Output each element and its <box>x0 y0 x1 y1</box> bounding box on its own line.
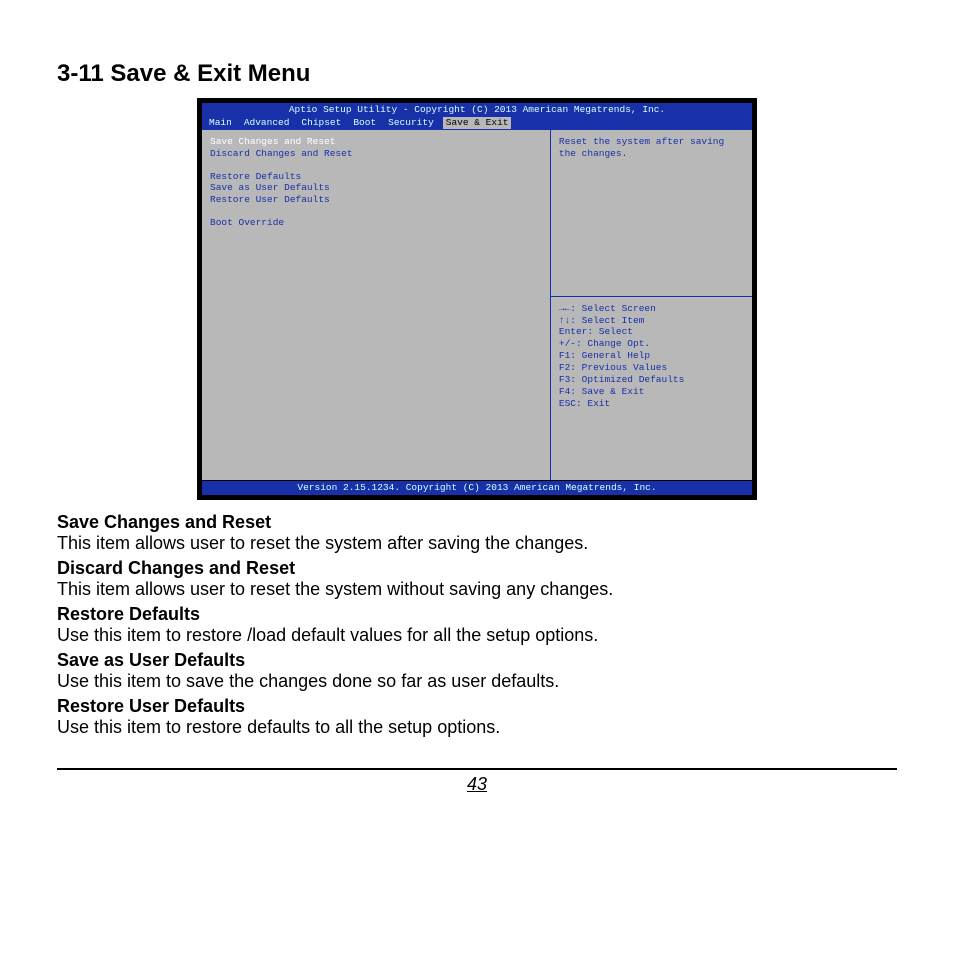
desc-text: Use this item to save the changes done s… <box>57 671 897 692</box>
tab-security[interactable]: Security <box>385 117 437 129</box>
desc-text: Use this item to restore defaults to all… <box>57 717 897 738</box>
desc-title: Save as User Defaults <box>57 650 897 671</box>
bios-key-hints: →←: Select Screen ↑↓: Select Item Enter:… <box>551 297 752 480</box>
desc-title: Restore Defaults <box>57 604 897 625</box>
bios-footer: Version 2.15.1234. Copyright (C) 2013 Am… <box>202 480 752 495</box>
bios-menu-panel: Save Changes and Reset Discard Changes a… <box>202 130 551 480</box>
desc-title: Discard Changes and Reset <box>57 558 897 579</box>
key-hint-f3: F3: Optimized Defaults <box>559 374 744 386</box>
tab-main[interactable]: Main <box>206 117 235 129</box>
key-hint-f2: F2: Previous Values <box>559 362 744 374</box>
bios-tab-bar: Main Advanced Chipset Boot Security Save… <box>202 117 752 130</box>
menu-item-save-user-defaults[interactable]: Save as User Defaults <box>210 182 542 194</box>
menu-item-save-changes-reset[interactable]: Save Changes and Reset <box>210 136 542 148</box>
desc-block: Save as User Defaults Use this item to s… <box>57 650 897 692</box>
desc-text: This item allows user to reset the syste… <box>57 533 897 554</box>
menu-spacer <box>210 160 542 171</box>
desc-block: Save Changes and Reset This item allows … <box>57 512 897 554</box>
bios-help-description: Reset the system after saving the change… <box>551 130 752 297</box>
menu-item-restore-user-defaults[interactable]: Restore User Defaults <box>210 194 542 206</box>
desc-title: Save Changes and Reset <box>57 512 897 533</box>
document-page: 3-11 Save & Exit Menu Aptio Setup Utilit… <box>57 0 897 825</box>
bios-help-panel: Reset the system after saving the change… <box>551 130 752 480</box>
desc-block: Discard Changes and Reset This item allo… <box>57 558 897 600</box>
key-hint-f4: F4: Save & Exit <box>559 386 744 398</box>
key-hint-change: +/-: Change Opt. <box>559 338 744 350</box>
desc-text: This item allows user to reset the syste… <box>57 579 897 600</box>
tab-boot[interactable]: Boot <box>350 117 379 129</box>
key-hint-select-item: ↑↓: Select Item <box>559 315 744 327</box>
menu-spacer <box>210 206 542 217</box>
menu-item-boot-override[interactable]: Boot Override <box>210 217 542 229</box>
page-number: 43 <box>57 774 897 795</box>
desc-block: Restore User Defaults Use this item to r… <box>57 696 897 738</box>
section-title: 3-11 Save & Exit Menu <box>57 60 897 88</box>
bios-window: Aptio Setup Utility - Copyright (C) 2013… <box>201 102 753 496</box>
descriptions-section: Save Changes and Reset This item allows … <box>57 512 897 738</box>
bios-screenshot: Aptio Setup Utility - Copyright (C) 2013… <box>197 98 757 500</box>
page-divider <box>57 768 897 770</box>
tab-save-exit[interactable]: Save & Exit <box>443 117 512 129</box>
desc-text: Use this item to restore /load default v… <box>57 625 897 646</box>
desc-block: Restore Defaults Use this item to restor… <box>57 604 897 646</box>
key-hint-esc: ESC: Exit <box>559 398 744 410</box>
key-hint-enter: Enter: Select <box>559 326 744 338</box>
bios-body: Save Changes and Reset Discard Changes a… <box>202 130 752 480</box>
menu-item-restore-defaults[interactable]: Restore Defaults <box>210 171 542 183</box>
tab-chipset[interactable]: Chipset <box>298 117 344 129</box>
desc-title: Restore User Defaults <box>57 696 897 717</box>
bios-header: Aptio Setup Utility - Copyright (C) 2013… <box>202 103 752 117</box>
tab-advanced[interactable]: Advanced <box>241 117 293 129</box>
key-hint-f1: F1: General Help <box>559 350 744 362</box>
key-hint-select-screen: →←: Select Screen <box>559 303 744 315</box>
menu-item-discard-changes-reset[interactable]: Discard Changes and Reset <box>210 148 542 160</box>
